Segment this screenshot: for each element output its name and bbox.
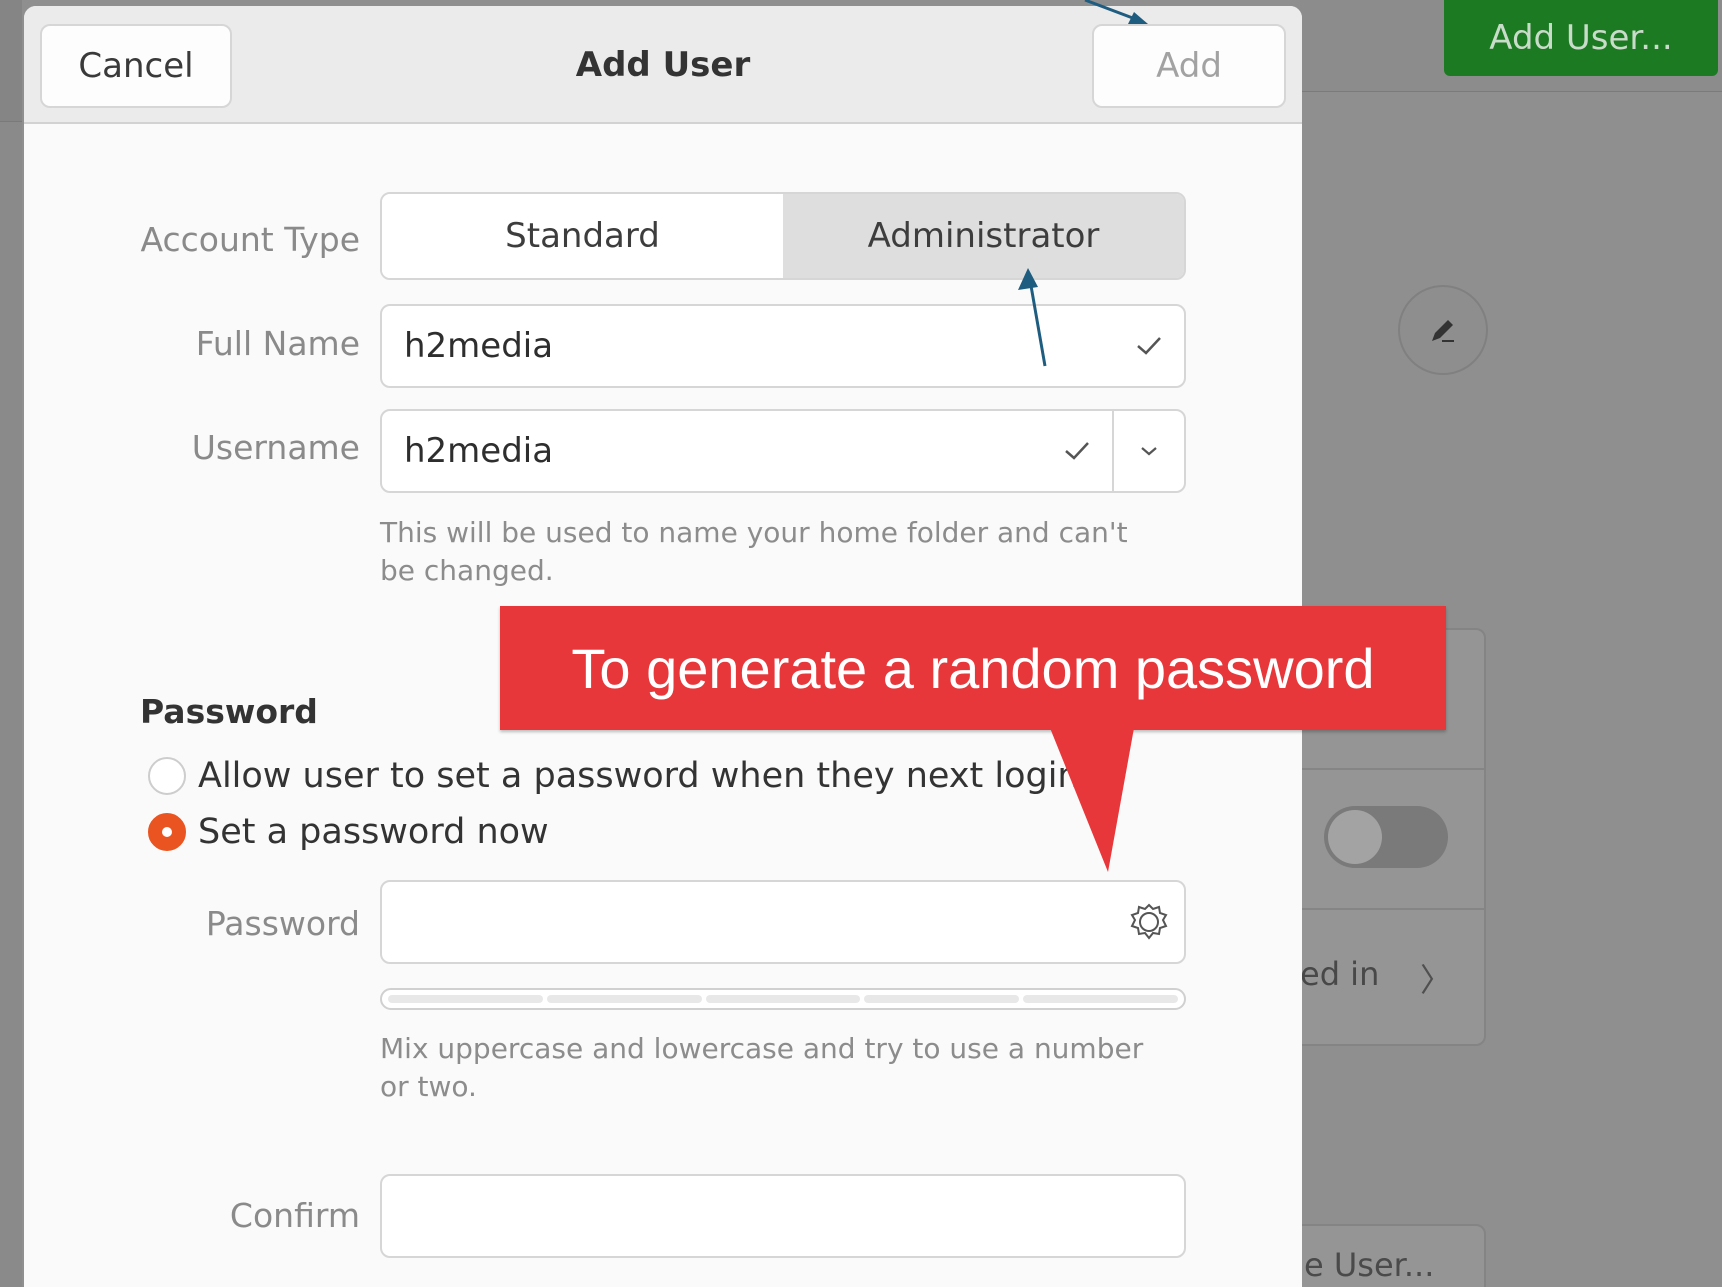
- add-button[interactable]: Add: [1092, 24, 1286, 108]
- confirm-password-field[interactable]: [380, 1174, 1186, 1258]
- password-hint: Mix uppercase and lowercase and try to u…: [380, 1032, 1144, 1103]
- set-password-now-option[interactable]: Set a password now: [148, 812, 549, 852]
- account-type-selector: Standard Administrator: [380, 192, 1186, 280]
- radio-checked[interactable]: [148, 813, 186, 851]
- annotation-callout: To generate a random password: [500, 606, 1446, 730]
- background-left-strip: [0, 0, 22, 1287]
- radio-unchecked[interactable]: [148, 757, 186, 795]
- username-value[interactable]: h2media: [382, 431, 1042, 471]
- generate-password-icon[interactable]: [1114, 882, 1184, 962]
- background-remove-user-button[interactable]: e User...: [1290, 1224, 1486, 1287]
- strength-segment: [1023, 995, 1178, 1003]
- pencil-icon: [1432, 320, 1454, 342]
- account-type-administrator-option[interactable]: Administrator: [783, 194, 1184, 278]
- account-type-standard-option[interactable]: Standard: [382, 194, 783, 278]
- strength-segment: [546, 995, 702, 1003]
- username-hint: This will be used to name your home fold…: [380, 516, 1128, 587]
- password-label: Password: [205, 904, 360, 943]
- dialog-headerbar: Add User Cancel Add: [24, 6, 1302, 124]
- password-strength-bar: [380, 988, 1186, 1010]
- username-combo[interactable]: h2media: [380, 409, 1186, 493]
- cancel-button[interactable]: Cancel: [40, 24, 232, 108]
- strength-segment: [388, 995, 543, 1003]
- edit-avatar-button[interactable]: [1398, 285, 1488, 375]
- background-logged-in-label: ed in: [1300, 955, 1380, 993]
- set-password-later-label: Allow user to set a password when they n…: [198, 756, 1080, 796]
- password-field[interactable]: [380, 880, 1186, 964]
- full-name-label: Full Name: [195, 324, 360, 363]
- chevron-right-icon: 〉: [1420, 961, 1453, 999]
- checkmark-icon: [1042, 411, 1112, 491]
- chevron-down-icon[interactable]: [1114, 411, 1184, 491]
- full-name-field[interactable]: h2media: [380, 304, 1186, 388]
- username-label: Username: [191, 428, 360, 467]
- background-toggle-switch[interactable]: [1324, 806, 1448, 868]
- confirm-label: Confirm: [229, 1196, 360, 1235]
- full-name-value[interactable]: h2media: [382, 326, 1114, 366]
- strength-segment: [864, 995, 1020, 1003]
- background-add-user-button[interactable]: Add User...: [1444, 0, 1718, 76]
- password-section-title: Password: [140, 692, 318, 731]
- toggle-knob: [1328, 810, 1382, 864]
- checkmark-icon: [1114, 306, 1184, 386]
- background-header-edge: [0, 0, 22, 122]
- card-divider: [1292, 768, 1484, 770]
- set-password-later-option[interactable]: Allow user to set a password when they n…: [148, 756, 1080, 796]
- strength-segment: [705, 995, 861, 1003]
- card-divider: [1292, 908, 1484, 910]
- account-type-label: Account Type: [140, 220, 360, 259]
- set-password-now-label: Set a password now: [198, 812, 549, 852]
